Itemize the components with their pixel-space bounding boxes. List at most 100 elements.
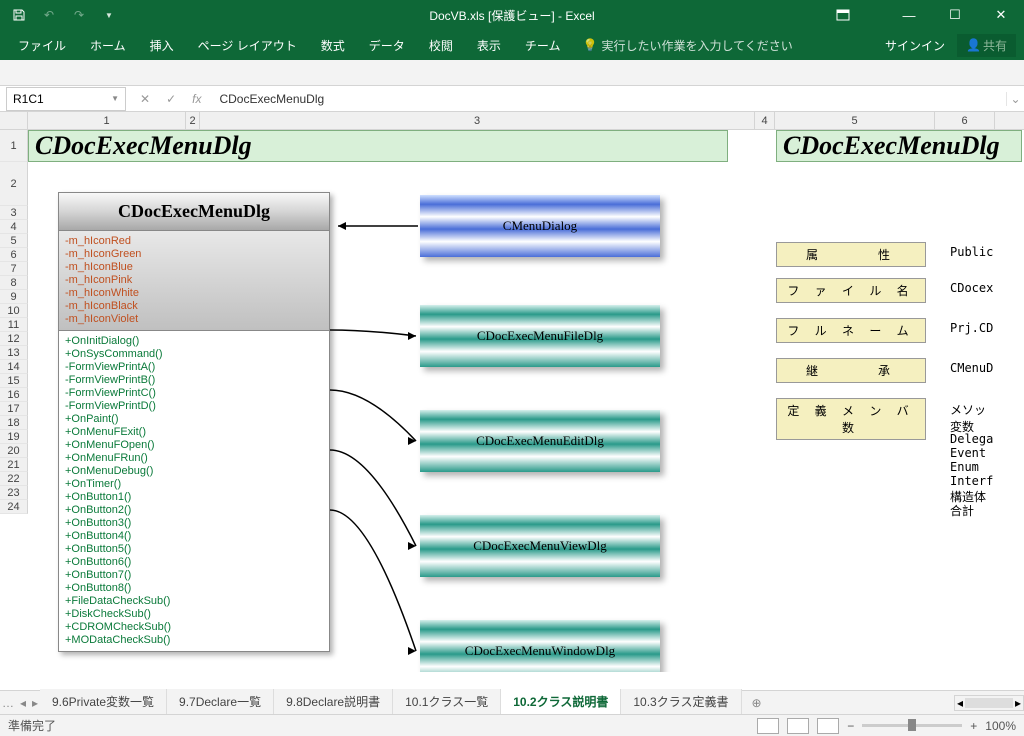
share-button[interactable]: 👤 共有: [957, 34, 1016, 57]
row-header[interactable]: 6: [0, 248, 28, 262]
formula-input[interactable]: [213, 87, 998, 111]
ribbon-tab[interactable]: データ: [357, 30, 417, 60]
row-header[interactable]: 4: [0, 220, 28, 234]
row-header[interactable]: 15: [0, 374, 28, 388]
row-header[interactable]: 13: [0, 346, 28, 360]
row-header[interactable]: 20: [0, 444, 28, 458]
column-headers: 123456: [0, 112, 1024, 130]
class-diagram-box[interactable]: CDocExecMenuDlg -m_hIconRed-m_hIconGreen…: [58, 192, 330, 652]
undo-icon[interactable]: ↶: [38, 4, 60, 26]
zoom-slider[interactable]: [862, 724, 962, 727]
related-class-box[interactable]: CDocExecMenuEditDlg: [420, 410, 660, 472]
class-attribute: -m_hIconRed: [65, 235, 323, 248]
related-class-box[interactable]: CMenuDialog: [420, 195, 660, 257]
class-method: +OnPaint(): [65, 413, 323, 426]
quick-access-toolbar: ↶ ↷ ▼: [0, 4, 128, 26]
zoom-in-icon[interactable]: +: [970, 719, 977, 733]
row-header[interactable]: 17: [0, 402, 28, 416]
column-header[interactable]: 5: [775, 112, 935, 129]
view-page-break-icon[interactable]: [817, 718, 839, 734]
cell-title-a[interactable]: CDocExecMenuDlg: [28, 130, 728, 162]
view-page-layout-icon[interactable]: [787, 718, 809, 734]
sheet-tab[interactable]: 9.8Declare説明書: [274, 689, 393, 716]
row-header[interactable]: 16: [0, 388, 28, 402]
view-normal-icon[interactable]: [757, 718, 779, 734]
column-header[interactable]: 6: [935, 112, 995, 129]
sheet-tabs-bar: …◂▸ 9.6Private変数一覧9.7Declare一覧9.8Declare…: [0, 690, 1024, 714]
tab-nav-prev-icon[interactable]: ◂: [20, 696, 26, 710]
row-header[interactable]: 14: [0, 360, 28, 374]
zoom-out-icon[interactable]: −: [847, 719, 854, 733]
tab-nav[interactable]: …◂▸: [0, 696, 40, 710]
related-class-box[interactable]: CDocExecMenuWindowDlg: [420, 620, 660, 672]
select-all-corner[interactable]: [0, 112, 28, 129]
horizontal-scrollbar[interactable]: ◂▸: [954, 695, 1024, 711]
row-header[interactable]: 1: [0, 130, 28, 162]
sheet-tab[interactable]: 10.1クラス一覧: [393, 689, 501, 716]
ribbon-tab[interactable]: ページ レイアウト: [186, 30, 309, 60]
sheet-tab[interactable]: 10.3クラス定義書: [621, 689, 741, 716]
zoom-level[interactable]: 100%: [985, 719, 1016, 733]
row-header[interactable]: 24: [0, 500, 28, 514]
row-header[interactable]: 2: [0, 162, 28, 206]
row-header[interactable]: 9: [0, 290, 28, 304]
class-method: +OnButton4(): [65, 530, 323, 543]
class-attribute: -m_hIconGreen: [65, 248, 323, 261]
related-class-box[interactable]: CDocExecMenuFileDlg: [420, 305, 660, 367]
column-header[interactable]: 1: [28, 112, 186, 129]
redo-icon[interactable]: ↷: [68, 4, 90, 26]
enter-formula-icon[interactable]: ✓: [162, 92, 180, 106]
fx-icon[interactable]: fx: [188, 92, 205, 106]
class-method: +OnButton3(): [65, 517, 323, 530]
row-header[interactable]: 12: [0, 332, 28, 346]
signin-link[interactable]: サインイン: [885, 37, 945, 54]
new-sheet-icon[interactable]: ⊕: [742, 696, 772, 710]
minimize-icon[interactable]: —: [886, 0, 932, 30]
property-value: Event: [950, 446, 986, 460]
ribbon-tab[interactable]: 数式: [309, 30, 357, 60]
row-header[interactable]: 19: [0, 430, 28, 444]
name-box[interactable]: R1C1 ▼: [6, 87, 126, 111]
ribbon-display-icon[interactable]: [820, 0, 866, 30]
row-header[interactable]: 3: [0, 206, 28, 220]
ribbon-tab[interactable]: 校閲: [417, 30, 465, 60]
column-header[interactable]: 3: [200, 112, 755, 129]
save-icon[interactable]: [8, 4, 30, 26]
class-method: +OnMenuDebug(): [65, 465, 323, 478]
sheet-tab[interactable]: 9.6Private変数一覧: [40, 689, 167, 716]
expand-formula-icon[interactable]: ⌄: [1006, 92, 1024, 106]
close-icon[interactable]: ✕: [978, 0, 1024, 30]
tell-me-search[interactable]: 💡 実行したい作業を入力してください: [582, 37, 792, 54]
ribbon-tab[interactable]: ホーム: [78, 30, 138, 60]
row-header[interactable]: 7: [0, 262, 28, 276]
column-header[interactable]: 2: [186, 112, 200, 129]
class-methods: +OnInitDialog()+OnSysCommand()-FormViewP…: [58, 331, 330, 652]
ribbon-tab[interactable]: 表示: [465, 30, 513, 60]
cancel-formula-icon[interactable]: ✕: [136, 92, 154, 106]
sheet-tab[interactable]: 10.2クラス説明書: [501, 689, 621, 716]
class-method: -FormViewPrintB(): [65, 374, 323, 387]
row-header[interactable]: 21: [0, 458, 28, 472]
tab-nav-next-icon[interactable]: ▸: [32, 696, 38, 710]
row-header[interactable]: 22: [0, 472, 28, 486]
ribbon-tab[interactable]: 挿入: [138, 30, 186, 60]
row-header[interactable]: 8: [0, 276, 28, 290]
chevron-down-icon[interactable]: ▼: [111, 94, 119, 103]
ribbon-tab[interactable]: チーム: [513, 30, 573, 60]
related-class-box[interactable]: CDocExecMenuViewDlg: [420, 515, 660, 577]
row-header[interactable]: 11: [0, 318, 28, 332]
worksheet-grid[interactable]: 123456 123456789101112131415161718192021…: [0, 112, 1024, 672]
row-headers: 123456789101112131415161718192021222324: [0, 130, 28, 514]
qat-dropdown-icon[interactable]: ▼: [98, 4, 120, 26]
column-header[interactable]: 4: [755, 112, 775, 129]
class-method: +CDROMCheckSub(): [65, 621, 323, 634]
maximize-icon[interactable]: ☐: [932, 0, 978, 30]
ribbon-tab[interactable]: ファイル: [6, 30, 78, 60]
row-header[interactable]: 5: [0, 234, 28, 248]
row-header[interactable]: 23: [0, 486, 28, 500]
cell-title-b[interactable]: CDocExecMenuDlg: [776, 130, 1022, 162]
sheet-tab[interactable]: 9.7Declare一覧: [167, 689, 274, 716]
row-header[interactable]: 10: [0, 304, 28, 318]
class-method: +OnButton1(): [65, 491, 323, 504]
row-header[interactable]: 18: [0, 416, 28, 430]
